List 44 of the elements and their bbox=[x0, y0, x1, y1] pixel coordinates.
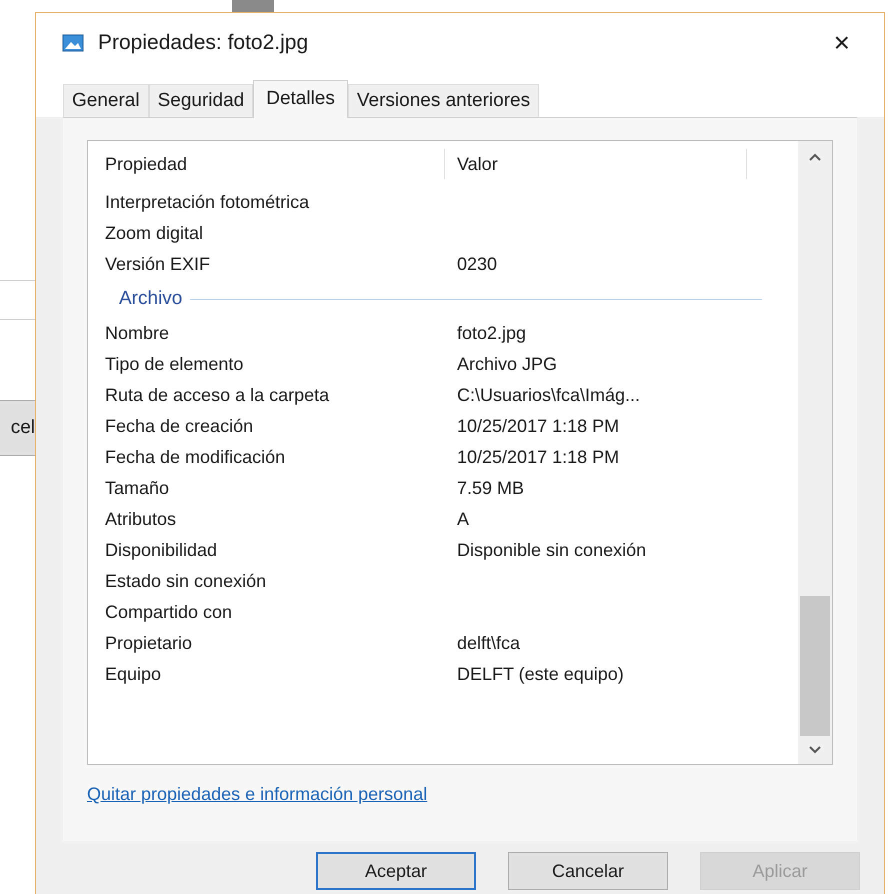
tab[interactable]: Detalles bbox=[253, 80, 348, 118]
property-name: Compartido con bbox=[105, 601, 234, 624]
property-name: Ruta de acceso a la carpeta bbox=[105, 384, 330, 407]
property-value: Disponible sin conexión bbox=[456, 539, 646, 562]
column-header[interactable]: Propiedad bbox=[105, 149, 445, 179]
image-file-icon bbox=[62, 34, 84, 52]
column-header[interactable]: Valor bbox=[445, 149, 747, 179]
property-value: 10/25/2017 1:18 PM bbox=[456, 415, 620, 438]
property-name: Fecha de modificación bbox=[105, 446, 286, 469]
scroll-down-icon[interactable] bbox=[809, 746, 821, 754]
property-name: Nombre bbox=[105, 322, 170, 345]
property-value: Archivo JPG bbox=[456, 353, 558, 376]
property-name: Propietario bbox=[105, 632, 194, 655]
property-value: 0230 bbox=[456, 253, 498, 276]
property-value: A bbox=[456, 508, 470, 531]
tab[interactable]: Seguridad bbox=[148, 84, 254, 117]
property-name: Atributos bbox=[105, 508, 178, 531]
scrollbar[interactable] bbox=[798, 141, 832, 764]
property-name: Zoom digital bbox=[105, 222, 204, 245]
property-name: Estado sin conexión bbox=[105, 570, 268, 593]
tab[interactable]: Versiones anteriores bbox=[348, 84, 540, 117]
property-name: Interpretación fotométrica bbox=[105, 191, 310, 214]
property-value: 10/25/2017 1:18 PM bbox=[456, 446, 620, 469]
property-name: Versión EXIF bbox=[105, 253, 212, 276]
scroll-up-icon[interactable] bbox=[809, 153, 821, 161]
background-bar bbox=[232, 0, 274, 12]
remove-properties-link[interactable]: Quitar propiedades e información personal bbox=[87, 781, 428, 808]
property-name: Disponibilidad bbox=[105, 539, 218, 562]
group-heading: Archivo bbox=[119, 286, 182, 311]
window-title: Propiedades: foto2.jpg bbox=[98, 30, 310, 56]
scroll-thumb[interactable] bbox=[800, 596, 830, 736]
property-value: delft\fca bbox=[456, 632, 520, 655]
property-value: foto2.jpg bbox=[456, 322, 526, 345]
tab[interactable]: General bbox=[63, 84, 149, 117]
property-name: Fecha de creación bbox=[105, 415, 254, 438]
property-name: Tipo de elemento bbox=[105, 353, 244, 376]
dialog-button[interactable]: Cancelar bbox=[508, 852, 668, 890]
property-name: Tamaño bbox=[105, 477, 170, 500]
close-button[interactable]: × bbox=[826, 29, 858, 57]
property-value: C:\Usuarios\fca\Imág... bbox=[456, 384, 640, 407]
dialog-button[interactable]: Aceptar bbox=[316, 852, 476, 890]
property-name: Equipo bbox=[105, 663, 162, 686]
property-value: DELFT (este equipo) bbox=[456, 663, 624, 686]
property-value: 7.59 MB bbox=[456, 477, 524, 500]
